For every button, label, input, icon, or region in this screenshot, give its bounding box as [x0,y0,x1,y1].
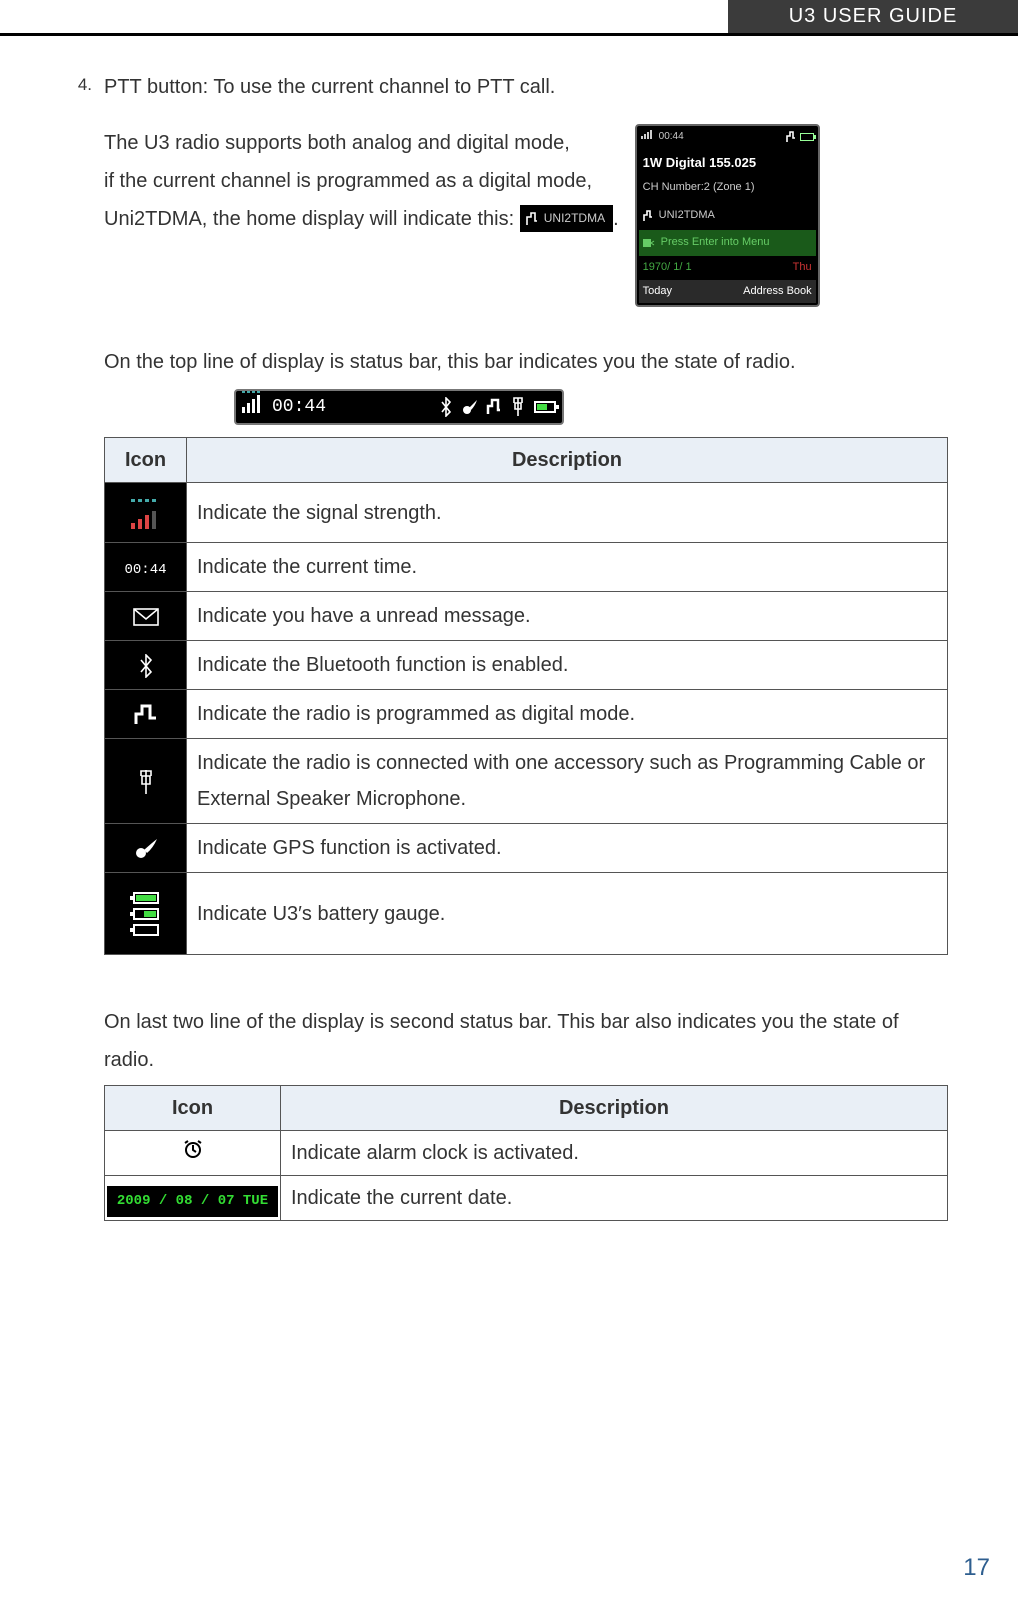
rs-hint: Press Enter into Menu [661,233,770,253]
alarm-desc: Indicate alarm clock is activated. [281,1131,948,1176]
gps-desc: Indicate GPS function is activated. [187,824,948,873]
rs-digital-icon [786,131,796,143]
digital-line1: The U3 radio supports both analog and di… [104,132,570,154]
alarm-icon [105,1131,281,1176]
rs-mode-icon [643,210,653,222]
t2-head-icon: Icon [105,1086,281,1131]
accessory-desc: Indicate the radio is connected with one… [187,739,948,824]
t1-head-desc: Description [187,438,948,483]
list-number: 4. [70,68,92,106]
rs-battery-icon [800,133,814,141]
message-icon [105,592,187,641]
digital-line3b: . [613,208,619,230]
sb-battery-icon [534,401,556,413]
digital-icon [105,690,187,739]
status-bar-image: 00:44 [234,389,564,425]
t1-head-icon: Icon [105,438,187,483]
digital-desc: Indicate the radio is programmed as digi… [187,690,948,739]
date-chip-text: 2009 / 08 / 07 TUE [107,1186,278,1217]
sb-digital-icon [484,397,504,417]
battery-desc: Indicate U3′s battery gauge. [187,873,948,955]
signal-icon [105,483,187,543]
rs-title: 1W Digital 155.025 [639,148,816,177]
date-desc: Indicate the current date. [281,1176,948,1221]
date-icon: 2009 / 08 / 07 TUE [105,1176,281,1221]
accessory-icon [105,739,187,824]
gps-icon [105,824,187,873]
t2-head-desc: Description [281,1086,948,1131]
digital-mode-block: The U3 radio supports both analog and di… [70,106,948,307]
status-bar-intro: On the top line of display is status bar… [104,343,948,381]
digital-line3a: Uni2TDMA, the home display will indicate… [104,208,514,230]
digital-pulse-icon [526,212,538,226]
page-number: 17 [963,1554,990,1582]
signal-desc: Indicate the signal strength. [187,483,948,543]
list-text: PTT button: To use the current channel t… [104,68,948,106]
rs-date: 1970/ 1/ 1 [643,258,692,278]
rs-channel: CH Number:2 (Zone 1) [639,177,816,202]
rs-enter-icon [643,238,655,248]
sb-time: 00:44 [272,391,326,423]
second-status-table: Icon Description Indicate alarm clock is… [104,1085,948,1221]
status-icon-table: Icon Description Indicate the signal str… [104,437,948,955]
header-title: U3 USER GUIDE [728,0,1018,33]
status-bar-section: On the top line of display is status bar… [70,307,948,1221]
battery-icon [105,873,187,955]
list-item-4: 4. PTT button: To use the current channe… [70,68,948,106]
time-icon: 00:44 [105,543,187,592]
sb-gps-icon [460,397,480,417]
time-desc: Indicate the current time. [187,543,948,592]
digital-line2: if the current channel is programmed as … [104,170,592,192]
message-desc: Indicate you have a unread message. [187,592,948,641]
sb-bluetooth-icon [436,397,456,417]
second-status-intro: On last two line of the display is secon… [104,1003,948,1079]
page-content: 4. PTT button: To use the current channe… [0,36,1018,1221]
rs-softkey-right: Address Book [743,282,811,302]
uni2tdma-chip-label: UNI2TDMA [544,207,605,230]
sb-accessory-icon [508,397,528,417]
rs-day: Thu [793,258,812,278]
bluetooth-desc: Indicate the Bluetooth function is enabl… [187,641,948,690]
bluetooth-icon [105,641,187,690]
sb-signal-icon [242,389,264,425]
rs-mode: UNI2TDMA [659,206,715,226]
rs-softkey-left: Today [643,282,672,302]
uni2tdma-chip: UNI2TDMA [520,205,613,232]
rs-time: 00:44 [659,128,684,146]
rs-signal-icon [641,128,655,146]
page-header: U3 USER GUIDE [0,0,1018,36]
digital-mode-paragraph: The U3 radio supports both analog and di… [104,124,619,238]
radio-screen-image: 00:44 1W Digital 155.025 CH Number:2 (Zo… [635,124,820,307]
